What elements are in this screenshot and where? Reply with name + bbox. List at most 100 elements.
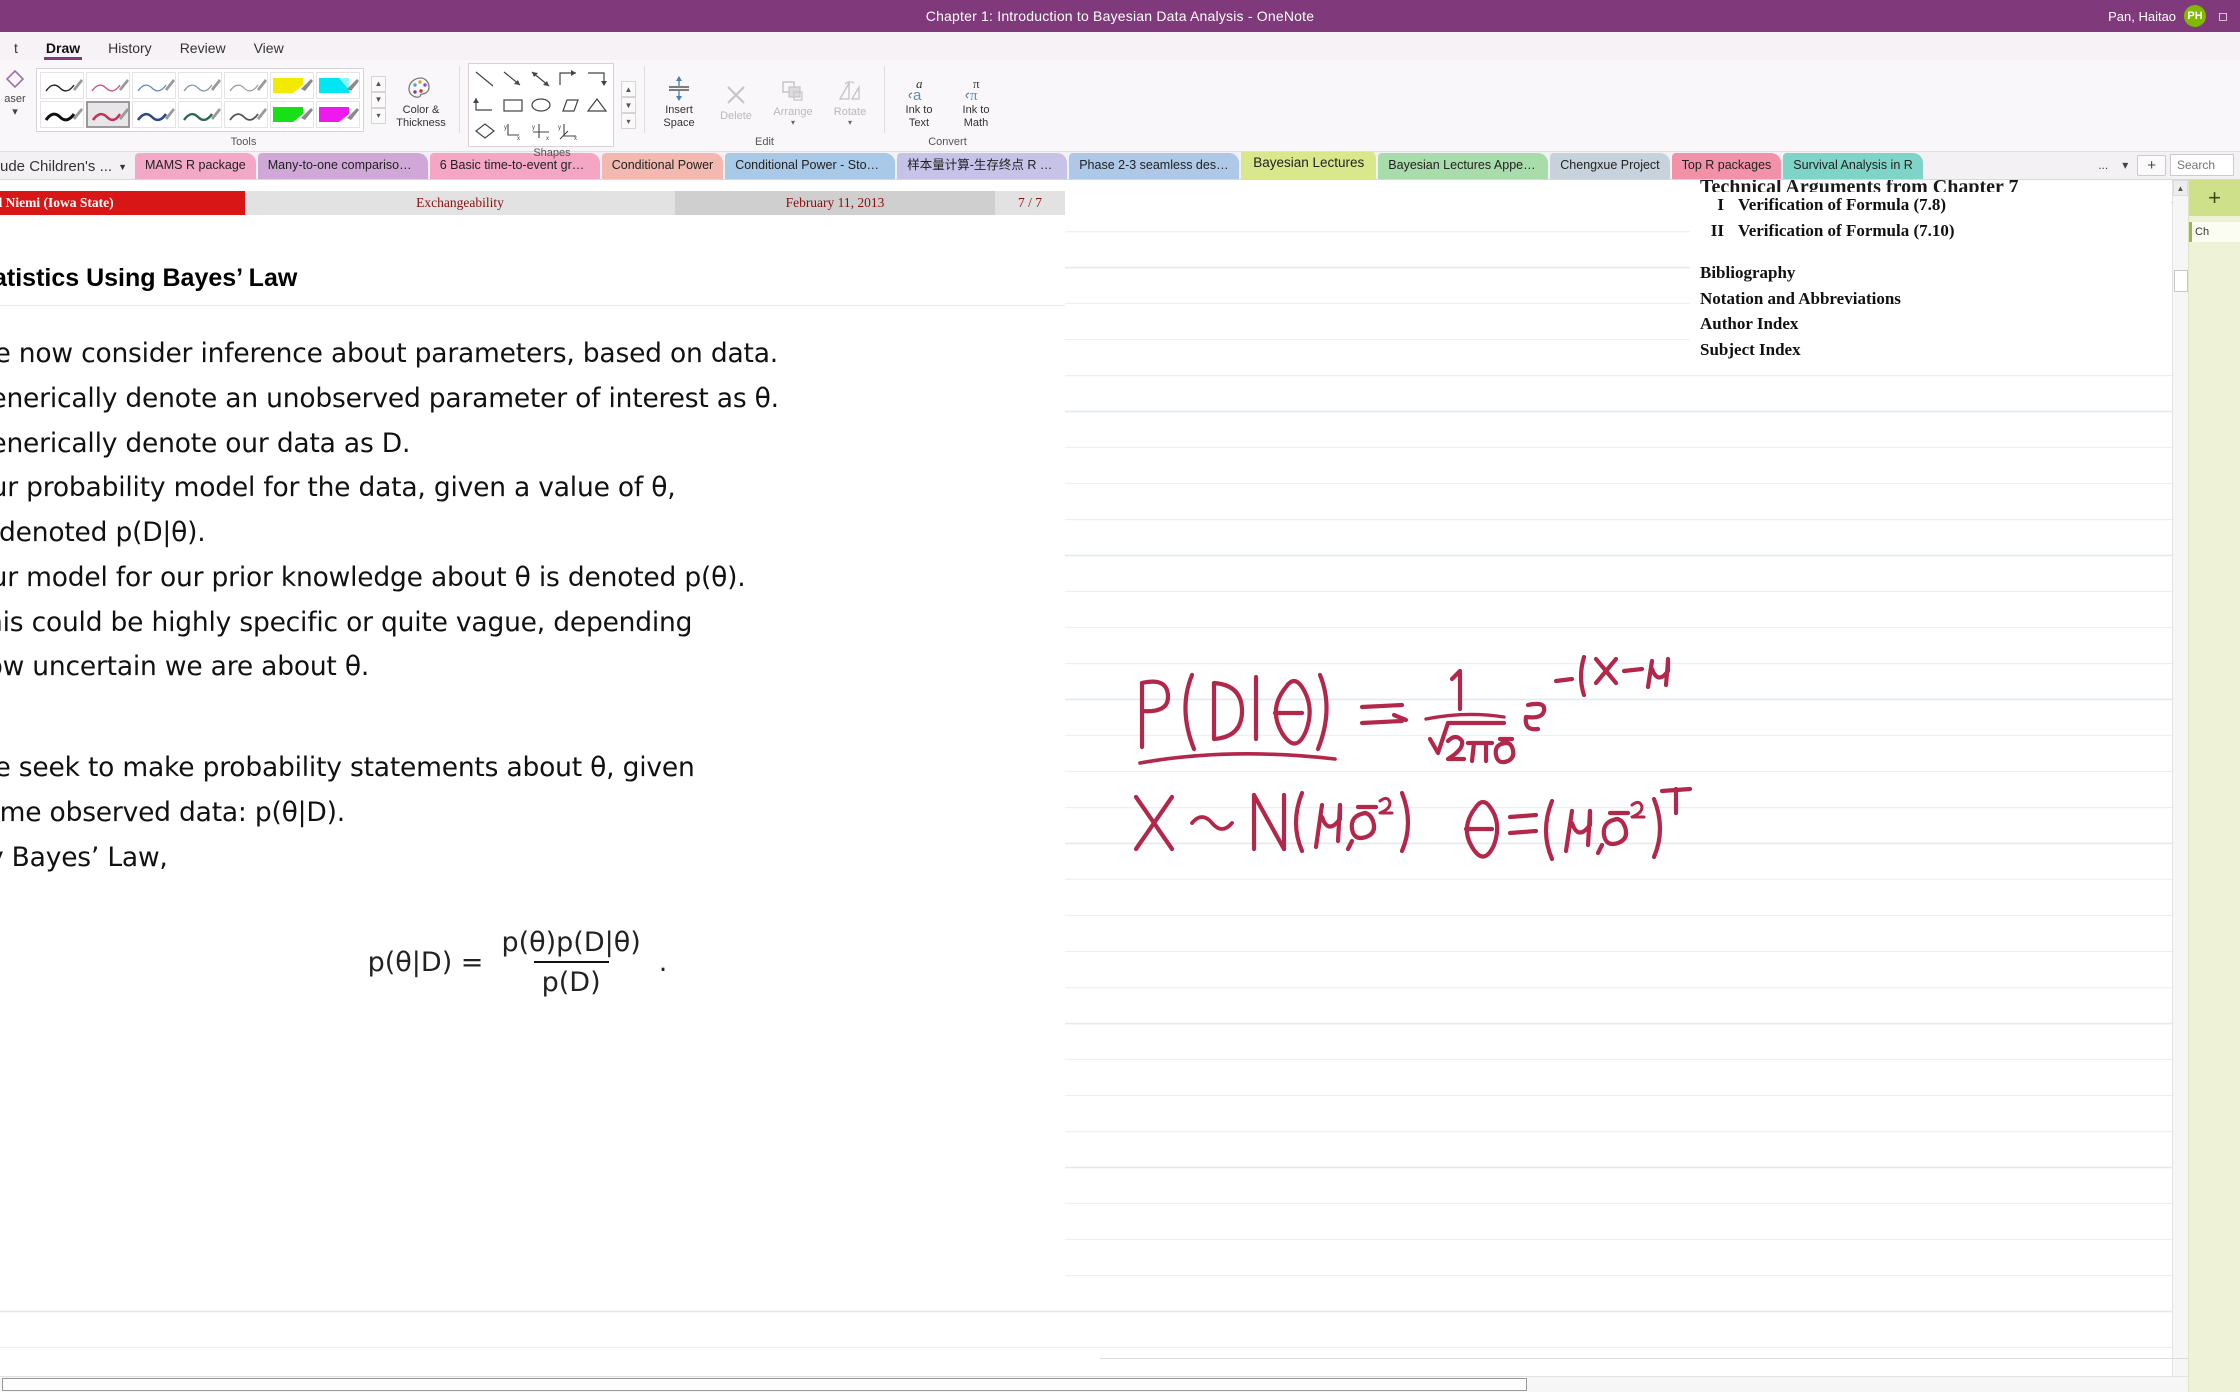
pen-black-thick[interactable] (40, 100, 84, 128)
equation-period: . (658, 946, 668, 978)
color-and-thickness-button[interactable]: Color & Thickness (391, 70, 451, 129)
eraser-button[interactable]: aser ▾ (0, 60, 30, 151)
inserted-slide-printout[interactable]: rad Niemi (Iowa State) Exchangeability F… (0, 190, 1065, 1310)
arrow-double-icon[interactable] (528, 67, 554, 91)
horizontal-scrollbar[interactable] (0, 1376, 2188, 1392)
section-tab-conditional-power-stochastic[interactable]: Conditional Power - Stochastic Curt... (725, 152, 896, 179)
pen-darkgray-thick[interactable] (224, 100, 268, 128)
pen-navy-thick[interactable] (132, 100, 176, 128)
arrange-chevron-down-icon[interactable]: ▾ (791, 118, 795, 127)
ink-annotation-group[interactable] (1130, 635, 1830, 898)
add-page-button[interactable]: + (2189, 180, 2240, 216)
triangle-icon[interactable] (584, 93, 610, 117)
avatar[interactable]: PH (2184, 5, 2207, 27)
axes-xy-icon[interactable]: yx (500, 119, 526, 143)
delete-label: Delete (720, 110, 752, 123)
arrow-diagonal-icon[interactable] (500, 67, 526, 91)
section-tab-phase-2-3-seamless[interactable]: Phase 2-3 seamless design (1069, 152, 1240, 179)
pen-teal-thin[interactable] (178, 71, 222, 99)
gallery-expand-icon[interactable]: ▾ (371, 107, 386, 124)
highlighter-magenta[interactable] (316, 100, 360, 128)
slide-bullet-7: We seek to make probability statements a… (0, 752, 695, 829)
shapes-expand-icon[interactable]: ▾ (621, 113, 636, 129)
scroll-up-arrow-icon[interactable]: ▲ (2173, 180, 2188, 196)
shapes-row-3: yx yx yx (472, 119, 610, 143)
pen-red-thick[interactable] (86, 100, 130, 128)
equation-lhs: p(θ|D) = (367, 946, 484, 978)
account-name[interactable]: Pan, Haitao (2108, 9, 2176, 24)
chevron-down-icon[interactable]: ▼ (118, 162, 127, 172)
slide-bullet-1: We now consider inference about paramete… (0, 338, 778, 369)
pdf-backmatter-text: Author Index (1700, 314, 1799, 333)
ribbon-tab-draw[interactable]: Draw (32, 37, 94, 60)
horizontal-scroll-thumb[interactable] (2, 1378, 1527, 1391)
pdf-backmatter-bibliography: Bibliography (1700, 260, 2190, 286)
elbow-arrow-icon[interactable] (556, 67, 582, 91)
highlighter-yellow[interactable] (270, 71, 314, 99)
pen-pink-thin[interactable] (86, 71, 130, 99)
shapes-gallery[interactable]: yx yx yx (468, 63, 614, 147)
rotate-chevron-down-icon[interactable]: ▾ (848, 118, 852, 127)
section-tab-mams-r-package[interactable]: MAMS R package (135, 152, 256, 179)
elbow-arrow-down-icon[interactable] (584, 67, 610, 91)
ellipse-icon[interactable] (528, 93, 554, 117)
note-canvas[interactable]: rad Niemi (Iowa State) Exchangeability F… (0, 180, 2240, 1392)
parallelogram-icon[interactable] (556, 93, 582, 117)
page-list-item[interactable]: Ch (2189, 222, 2240, 242)
pen-gallery-scroll[interactable]: ▲ ▼ ▾ (371, 75, 386, 124)
gallery-scroll-down-icon[interactable]: ▼ (371, 91, 386, 108)
insert-space-button[interactable]: Insert Space (653, 70, 705, 129)
vertical-scroll-thumb[interactable] (2174, 270, 2188, 292)
section-overflow-chevron-down-icon[interactable]: ▾ (2117, 156, 2133, 174)
section-tab-bayesian-lectures[interactable]: Bayesian Lectures (1241, 149, 1377, 179)
section-overflow-button[interactable]: ... (2093, 156, 2113, 174)
axes-cross-icon[interactable]: yx (528, 119, 554, 143)
pdf-backmatter-text: Bibliography (1700, 263, 1796, 282)
vertical-scrollbar[interactable]: ▲ ▼ (2172, 180, 2188, 1392)
diamond-icon[interactable] (472, 119, 498, 143)
pdf-header-cut: Technical Arguments from Chapter 7 (1700, 180, 2019, 192)
ink-to-math-button[interactable]: π π Ink to Math (950, 70, 1002, 129)
pen-gallery[interactable] (36, 67, 364, 132)
notebook-selector[interactable]: ude Children's ... ▼ (0, 158, 135, 179)
ink-to-text-button[interactable]: a a Ink to Text (893, 70, 945, 129)
highlighter-cyan[interactable] (316, 71, 360, 99)
ribbon-separator (459, 66, 460, 133)
axes-half-icon[interactable]: yx (556, 119, 582, 143)
page-list-sidebar[interactable]: + Ch (2188, 180, 2240, 1392)
pen-green-thick[interactable] (178, 100, 222, 128)
rectangle-icon[interactable] (500, 93, 526, 117)
gallery-scroll-up-icon[interactable]: ▲ (371, 75, 386, 92)
arrange-button[interactable]: Arrange ▾ (767, 72, 819, 128)
delete-button[interactable]: Delete (710, 76, 762, 123)
section-tab-many-to-one-comparison[interactable]: Many-to-one comparison总结 (257, 152, 428, 179)
add-section-button[interactable]: + (2137, 154, 2166, 176)
section-tab-sample-size-r-demo[interactable]: 样本量计算-生存终点 R 软件演示 (897, 152, 1068, 179)
ribbon-tab-insert[interactable]: t (0, 37, 32, 60)
shapes-gallery-scroll[interactable]: ▲ ▼ ▾ (621, 81, 636, 129)
highlighter-green[interactable] (270, 100, 314, 128)
ribbon-tab-view[interactable]: View (240, 37, 298, 60)
pen-blue-thin[interactable] (132, 71, 176, 99)
section-tab-chengxue-project[interactable]: Chengxue Project (1550, 152, 1670, 179)
pen-black-thin[interactable] (40, 71, 84, 99)
pdf-backmatter-notation: Notation and Abbreviations (1700, 286, 2190, 312)
chevron-down-icon[interactable]: ▾ (12, 105, 18, 118)
inner-horizontal-scroll-track[interactable] (1100, 1358, 2188, 1368)
rotate-label: Rotate (833, 105, 867, 118)
corner-arrow-icon[interactable] (472, 93, 498, 117)
section-tab-bayesian-lectures-appendix[interactable]: Bayesian Lectures Appendix (1378, 152, 1549, 179)
section-tab-top-r-packages[interactable]: Top R packages (1671, 152, 1782, 179)
ribbon-tab-review[interactable]: Review (166, 37, 240, 60)
ink-to-math-icon: π π (961, 74, 991, 104)
ribbon-display-options-icon[interactable]: ◻ (2214, 9, 2232, 23)
search-input[interactable] (2170, 154, 2234, 176)
rotate-button[interactable]: Rotate ▾ (824, 72, 876, 128)
pen-gray-thin[interactable] (224, 71, 268, 99)
section-tab-survival-analysis-in-r[interactable]: Survival Analysis in R (1783, 152, 1923, 179)
shapes-scroll-up-icon[interactable]: ▲ (621, 81, 636, 97)
inserted-pdf-printout[interactable]: Technical Arguments from Chapter 7 I Ver… (1690, 180, 2190, 370)
ribbon-tab-history[interactable]: History (94, 37, 166, 60)
shapes-scroll-down-icon[interactable]: ▼ (621, 97, 636, 113)
line-icon[interactable] (472, 67, 498, 91)
